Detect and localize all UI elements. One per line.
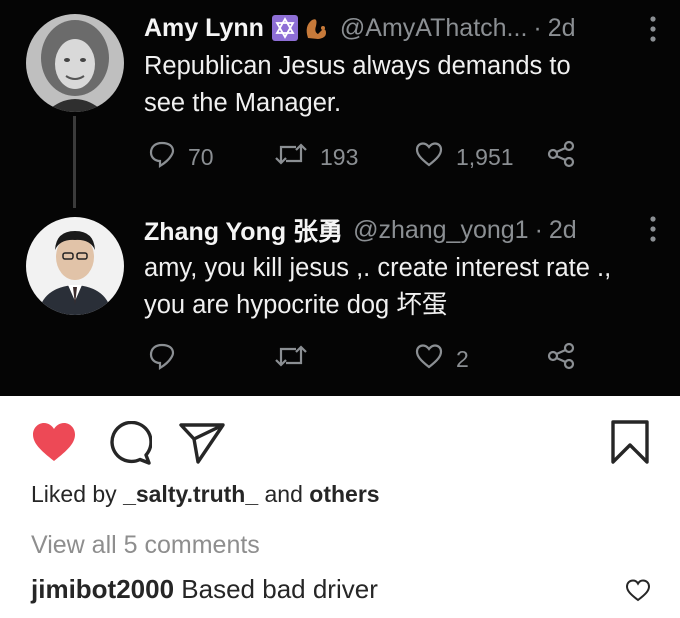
tweet-amy: Amy Lynn @AmyAThatch... · 2d Republican	[0, 0, 680, 208]
tweet-text-line: you are hypocrite dog 坏蛋	[144, 291, 448, 319]
like-icon	[414, 342, 444, 376]
comment-heart-icon[interactable]	[625, 578, 651, 607]
view-all-comments-link[interactable]: View all 5 comments	[31, 531, 260, 560]
thread-line	[73, 116, 76, 208]
post-action-bar	[0, 412, 680, 472]
comment-icon[interactable]	[106, 420, 153, 470]
reply-button[interactable]	[148, 342, 176, 376]
comment-username[interactable]: jimibot2000	[31, 574, 174, 604]
more-icon[interactable]	[650, 216, 656, 247]
like-button[interactable]: 2	[414, 342, 469, 376]
retweet-button[interactable]: 193	[274, 141, 358, 173]
reply-count: 70	[188, 143, 214, 170]
share-icon	[546, 342, 576, 376]
share-button[interactable]	[546, 342, 576, 376]
handle[interactable]: @AmyAThatch...	[340, 14, 527, 43]
comment-row: jimibot2000 Based bad driver	[31, 574, 378, 605]
like-button[interactable]: 1,951	[414, 140, 514, 174]
tweet-actions: 70 193 1,951	[144, 139, 594, 175]
tweet-text-line: see the Manager.	[144, 89, 342, 117]
reply-button[interactable]: 70	[148, 140, 214, 174]
tweet-text-line: Republican Jesus always demands to	[144, 52, 571, 80]
tweet-screenshot: Amy Lynn @AmyAThatch... · 2d Republican	[0, 0, 680, 396]
star-of-david-icon	[271, 15, 298, 41]
handle[interactable]: @zhang_yong1	[353, 216, 529, 245]
retweet-button[interactable]	[274, 343, 308, 375]
separator-dot: ·	[534, 215, 543, 244]
tweet-header: Zhang Yong 张勇 @zhang_yong1 · 2d	[144, 212, 664, 248]
share-icon	[546, 140, 576, 174]
liked-by-text: Liked by _salty.truth_ and others	[31, 481, 380, 508]
retweet-count: 193	[320, 143, 359, 170]
send-icon[interactable]	[178, 421, 226, 470]
avatar[interactable]	[26, 14, 124, 112]
liked-prefix: Liked by	[31, 481, 124, 507]
tweet-actions: 2	[144, 341, 594, 377]
liked-mid: and	[258, 481, 310, 507]
liked-by-user-link[interactable]: _salty.truth_	[123, 481, 258, 507]
comment-text: Based bad driver	[174, 574, 378, 604]
like-count: 2	[456, 345, 469, 372]
tweet-text: amy, you kill jesus ,. create interest r…	[144, 250, 664, 324]
display-name[interactable]: Zhang Yong 张勇	[144, 212, 343, 248]
display-name[interactable]: Amy Lynn	[144, 14, 264, 43]
like-icon	[414, 140, 444, 174]
retweet-icon	[274, 343, 308, 375]
liked-others-link[interactable]: others	[309, 481, 379, 507]
share-button[interactable]	[546, 140, 576, 174]
bookmark-icon[interactable]	[610, 419, 650, 470]
more-icon[interactable]	[650, 16, 656, 47]
separator-dot: ·	[533, 13, 542, 42]
reply-icon	[148, 140, 176, 174]
tweet-zhang: Zhang Yong 张勇 @zhang_yong1 · 2d amy, you…	[0, 200, 680, 396]
like-count: 1,951	[456, 143, 514, 170]
reply-icon	[148, 342, 176, 376]
timestamp[interactable]: 2d	[549, 216, 577, 245]
heart-filled-icon[interactable]	[31, 421, 77, 468]
tweet-header: Amy Lynn @AmyAThatch... · 2d	[144, 10, 664, 46]
tweet-text: Republican Jesus always demands to see t…	[144, 48, 664, 122]
tweet-text-line: amy, you kill jesus ,. create interest r…	[144, 254, 612, 282]
timestamp[interactable]: 2d	[548, 14, 576, 43]
squirrel-icon	[302, 14, 330, 42]
avatar[interactable]	[26, 217, 124, 315]
retweet-icon	[274, 141, 308, 173]
